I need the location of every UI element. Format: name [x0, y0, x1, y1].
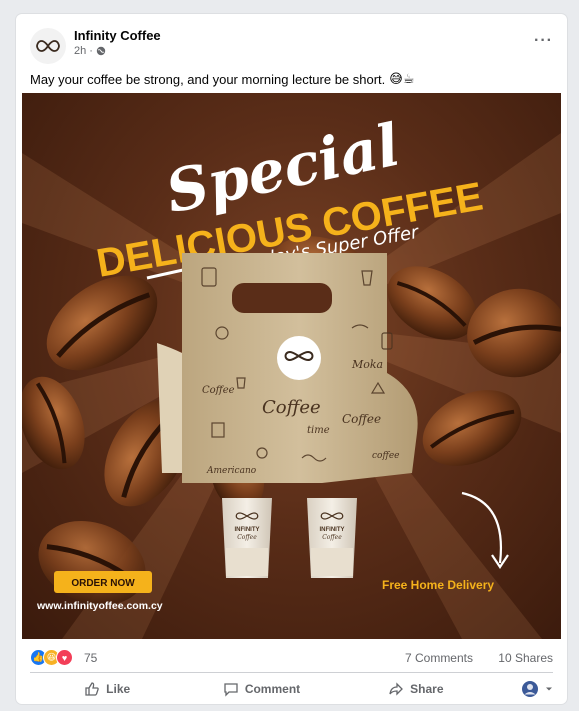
cup-sub-left: Coffee: [237, 534, 257, 541]
more-options-button[interactable]: ···: [534, 32, 553, 50]
page-avatar[interactable]: [30, 28, 66, 64]
globe-icon: [96, 46, 106, 56]
chevron-down-icon: [545, 687, 552, 691]
comment-icon: [224, 683, 238, 697]
coffee-cups: INFINITY Coffee INFINITY Coffee: [222, 498, 357, 578]
cup-brand-left: INFINITY: [235, 527, 260, 533]
bag-word-2: time: [307, 425, 330, 436]
post-actions: Like Comment Share: [30, 676, 553, 702]
order-now-label: ORDER NOW: [71, 578, 135, 589]
profile-avatar-icon: [521, 681, 538, 697]
bag-word-4: Coffee: [202, 385, 235, 396]
like-button[interactable]: Like: [30, 676, 184, 702]
bag-word-1: Coffee: [262, 397, 321, 418]
website-url: www.infinityoffee.com.cy: [36, 600, 163, 612]
post-caption: May your coffee be strong, and your morn…: [30, 71, 415, 87]
cup-brand-right: INFINITY: [320, 527, 345, 533]
love-reaction-icon: ♥: [56, 649, 73, 666]
free-delivery-text: Free Home Delivery: [382, 578, 494, 592]
post-timestamp[interactable]: 2h: [74, 45, 86, 57]
post-meta: 2h ·: [74, 45, 106, 57]
share-label: Share: [410, 682, 444, 696]
bag-word-5: Coffee: [342, 412, 381, 426]
post-card: Infinity Coffee 2h · ··· May your coffee…: [16, 14, 567, 704]
thumbs-up-icon: [85, 682, 99, 696]
share-icon: [389, 682, 404, 696]
audience-selector[interactable]: [493, 676, 553, 702]
bag-word-3: Moka: [351, 358, 383, 371]
comments-count[interactable]: 7 Comments: [405, 651, 473, 665]
like-label: Like: [106, 682, 131, 696]
comment-label: Comment: [244, 682, 301, 696]
ad-artwork: Special DELICIOUS COFFEE Today's Super O…: [22, 111, 561, 639]
reaction-icons[interactable]: 👍 😆 ♥: [30, 649, 73, 666]
page-name[interactable]: Infinity Coffee: [74, 28, 161, 43]
comment-button[interactable]: Comment: [184, 676, 338, 702]
post-header: Infinity Coffee 2h · ···: [16, 14, 567, 64]
bag-word-6: Americano: [206, 466, 257, 476]
caption-emoji: 😅☕: [389, 71, 415, 86]
caption-text: May your coffee be strong, and your morn…: [30, 71, 386, 87]
coffee-carrier: Coffee time Moka Coffee Coffee Americano…: [157, 253, 418, 483]
cup-sub-right: Coffee: [322, 534, 342, 541]
actions-divider: [30, 672, 553, 673]
shares-count[interactable]: 10 Shares: [498, 651, 553, 665]
share-button[interactable]: Share: [339, 676, 493, 702]
post-stats: 👍 😆 ♥ 75 7 Comments 10 Shares: [30, 647, 553, 669]
ad-image[interactable]: Special DELICIOUS COFFEE Today's Super O…: [22, 93, 561, 639]
bag-word-7: coffee: [372, 451, 400, 461]
reaction-count[interactable]: 75: [84, 651, 97, 665]
infinity-logo-icon: [36, 40, 60, 52]
